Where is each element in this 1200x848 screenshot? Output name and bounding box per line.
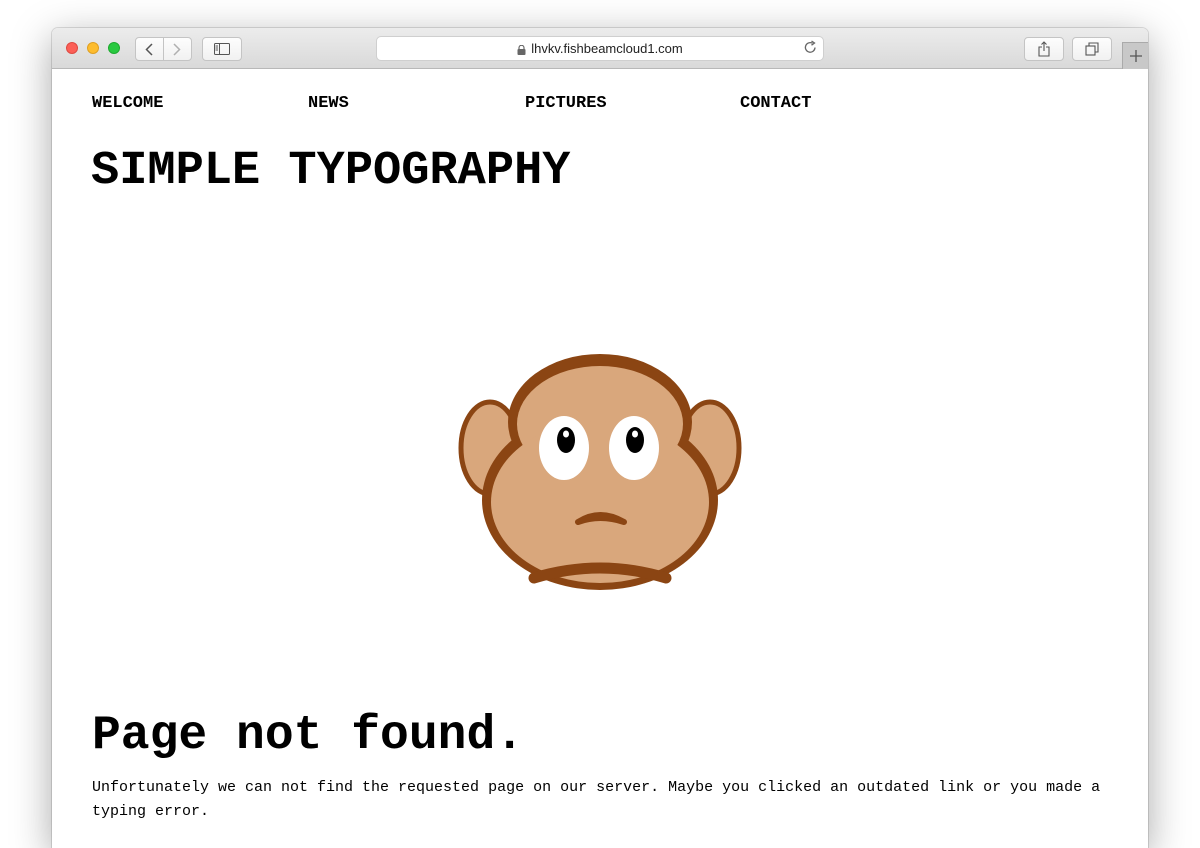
- nav-link-welcome[interactable]: WELCOME: [92, 94, 163, 113]
- share-icon: [1038, 41, 1050, 57]
- show-tabs-button[interactable]: [1072, 37, 1112, 61]
- close-window-button[interactable]: [66, 42, 78, 54]
- page-content: WELCOME NEWS PICTURES CONTACT SIMPLE TYP…: [52, 69, 1148, 848]
- monkey-muzzle: [491, 421, 709, 583]
- forward-button[interactable]: [164, 38, 191, 60]
- maximize-window-button[interactable]: [108, 42, 120, 54]
- nav-link-contact[interactable]: CONTACT: [740, 94, 811, 113]
- back-button[interactable]: [136, 38, 164, 60]
- sidebar-icon: [214, 43, 230, 55]
- lock-icon: [517, 44, 526, 55]
- site-title: SIMPLE TYPOGRAPHY: [91, 145, 571, 198]
- error-heading: Page not found.: [92, 709, 525, 763]
- url-text: lhvkv.fishbeamcloud1.com: [531, 41, 683, 56]
- left-glint: [563, 430, 569, 438]
- main-navigation: WELCOME NEWS PICTURES CONTACT: [92, 94, 992, 114]
- sidebar-button[interactable]: [202, 37, 242, 61]
- address-bar[interactable]: lhvkv.fishbeamcloud1.com: [376, 36, 824, 61]
- share-button[interactable]: [1024, 37, 1064, 61]
- plus-icon: [1129, 50, 1142, 62]
- tabs-icon: [1085, 42, 1099, 56]
- chevron-left-icon: [145, 42, 153, 56]
- monkey-nose: [575, 512, 627, 525]
- nav-link-news[interactable]: NEWS: [308, 94, 349, 113]
- sad-monkey-icon: [458, 354, 742, 590]
- chevron-right-icon: [173, 42, 181, 56]
- new-tab-button[interactable]: [1122, 42, 1148, 69]
- browser-toolbar: lhvkv.fishbeamcloud1.com: [52, 28, 1148, 69]
- nav-link-pictures[interactable]: PICTURES: [525, 94, 607, 113]
- reload-button[interactable]: [804, 40, 817, 57]
- error-message: Unfortunately we can not find the reques…: [92, 779, 1101, 820]
- history-navigation: [135, 37, 192, 61]
- reload-icon: [804, 40, 816, 53]
- right-glint: [632, 430, 638, 438]
- browser-window: lhvkv.fishbeamcloud1.com WELCOME NEWS PI…: [52, 28, 1148, 848]
- minimize-window-button[interactable]: [87, 42, 99, 54]
